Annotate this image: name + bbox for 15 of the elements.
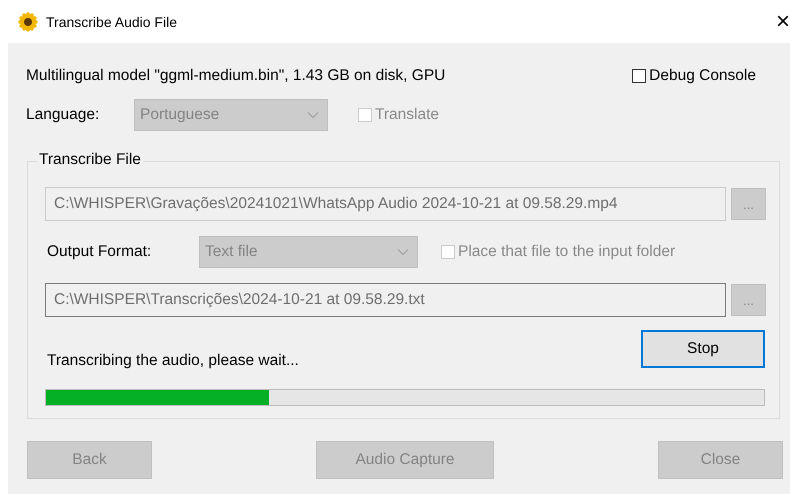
checkbox-label: Debug Console xyxy=(649,67,756,85)
status-text: Transcribing the audio, please wait... xyxy=(47,352,299,370)
stop-button[interactable]: Stop xyxy=(641,330,765,368)
checkbox-label: Translate xyxy=(375,106,440,124)
model-info: Multilingual model "ggml-medium.bin", 1.43 GB on disk, GPU xyxy=(26,67,446,85)
chevron-down-icon xyxy=(397,248,409,256)
field-label: Language: xyxy=(26,106,100,124)
chevron-down-icon xyxy=(307,111,319,119)
field-label: Output Format: xyxy=(47,243,152,261)
close-icon[interactable]: × xyxy=(776,10,790,34)
path-field[interactable]: C:\WHISPER\Transcrições\2024-10-21 at 09.58.29.txt xyxy=(45,283,726,317)
window-title: Transcribe Audio File xyxy=(46,14,177,30)
sunflower-icon xyxy=(18,12,38,32)
checkbox[interactable] xyxy=(632,69,646,83)
checkbox-label: Place that file to the input folder xyxy=(458,243,676,261)
